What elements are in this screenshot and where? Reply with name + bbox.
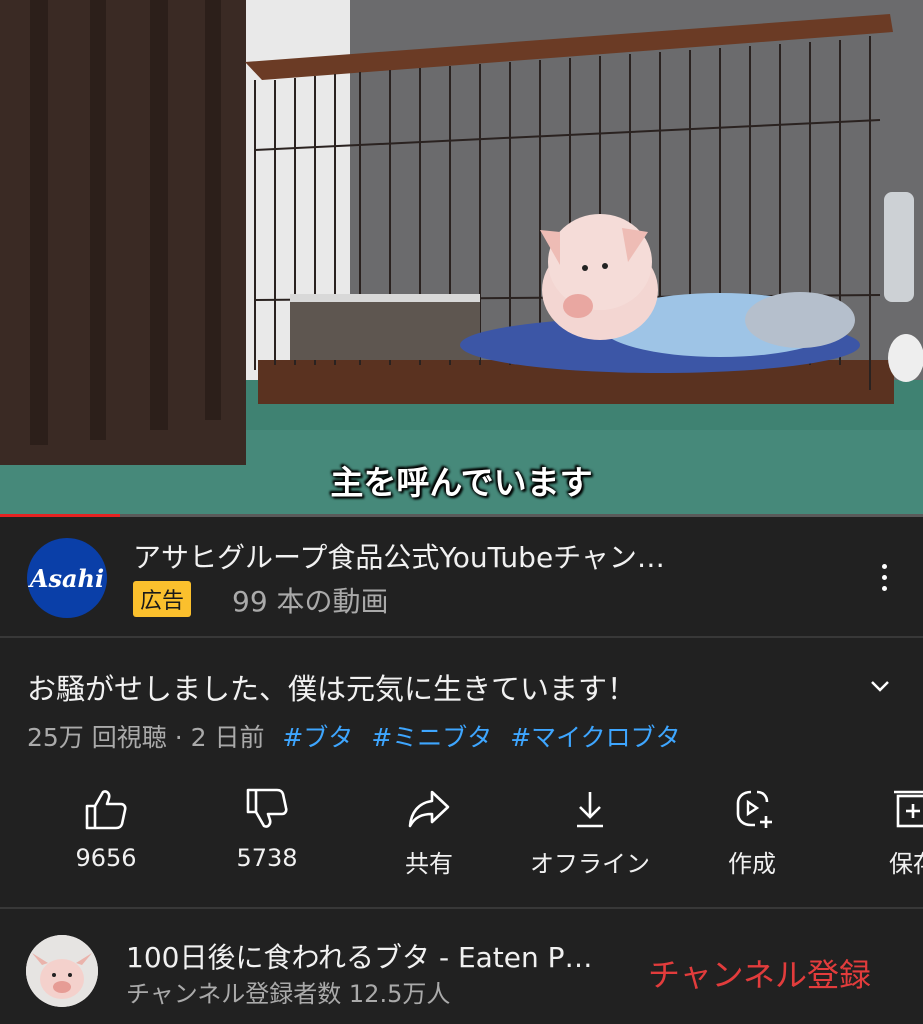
like-button[interactable]: 9656 (31, 786, 181, 872)
ad-video-count: 99 本の動画 (232, 585, 389, 618)
dislike-count: 5738 (236, 844, 298, 872)
share-label: 共有 (405, 850, 453, 878)
create-icon (736, 790, 772, 828)
divider (0, 636, 923, 638)
create-button[interactable]: 作成 (677, 786, 827, 879)
hashtag-link[interactable]: #ミニブタ (371, 723, 492, 752)
offline-label: オフライン (530, 850, 650, 878)
hashtag-link[interactable]: #ブタ (282, 723, 353, 752)
ad-badge: 広告 (133, 581, 192, 617)
offline-button[interactable]: オフライン (515, 786, 665, 879)
channel-avatar[interactable] (26, 935, 98, 1007)
thumbs-down-icon (246, 788, 288, 828)
ad-channel-row[interactable]: Asahi アサヒグループ食品公式YouTubeチャン… 広告 99 本の動画 (0, 518, 923, 636)
views-date: 25万 回視聴 · 2 日前 (27, 723, 265, 752)
video-frame (0, 0, 923, 517)
hashtag-link[interactable]: #マイクロブタ (510, 723, 680, 752)
chevron-down-icon[interactable] (866, 672, 894, 700)
subscriber-count: チャンネル登録者数 12.5万人 (126, 980, 451, 1008)
thumbs-up-icon (85, 790, 127, 830)
video-title[interactable]: お騒がせしました、僕は元気に生きています！ (27, 666, 636, 708)
asahi-logo[interactable]: Asahi (27, 538, 107, 618)
progress-bar[interactable] (0, 514, 923, 517)
save-button[interactable]: 保存 (838, 786, 923, 879)
save-label: 保存 (889, 850, 923, 878)
ad-channel-title[interactable]: アサヒグループ食品公式YouTubeチャン… (133, 536, 753, 576)
video-meta: 25万 回視聴 · 2 日前 #ブタ #ミニブタ #マイクロブタ (27, 718, 681, 754)
channel-name[interactable]: 100日後に食われるブタ - Eaten P… (126, 936, 626, 976)
share-button[interactable]: 共有 (354, 786, 504, 879)
divider (0, 907, 923, 909)
video-player[interactable]: 主を呼んでいます (0, 0, 923, 517)
create-label: 作成 (728, 850, 776, 878)
like-count: 9656 (75, 844, 137, 872)
more-vert-icon[interactable] (868, 558, 902, 598)
subscribe-button[interactable]: チャンネル登録 (648, 950, 871, 996)
save-icon (894, 790, 923, 828)
progress-bar-fill (0, 514, 120, 517)
pig-face-icon (26, 935, 98, 1007)
download-icon (577, 792, 603, 828)
video-subtitle: 主を呼んでいます (330, 463, 593, 502)
share-icon (408, 790, 450, 828)
dislike-button[interactable]: 5738 (192, 786, 342, 872)
